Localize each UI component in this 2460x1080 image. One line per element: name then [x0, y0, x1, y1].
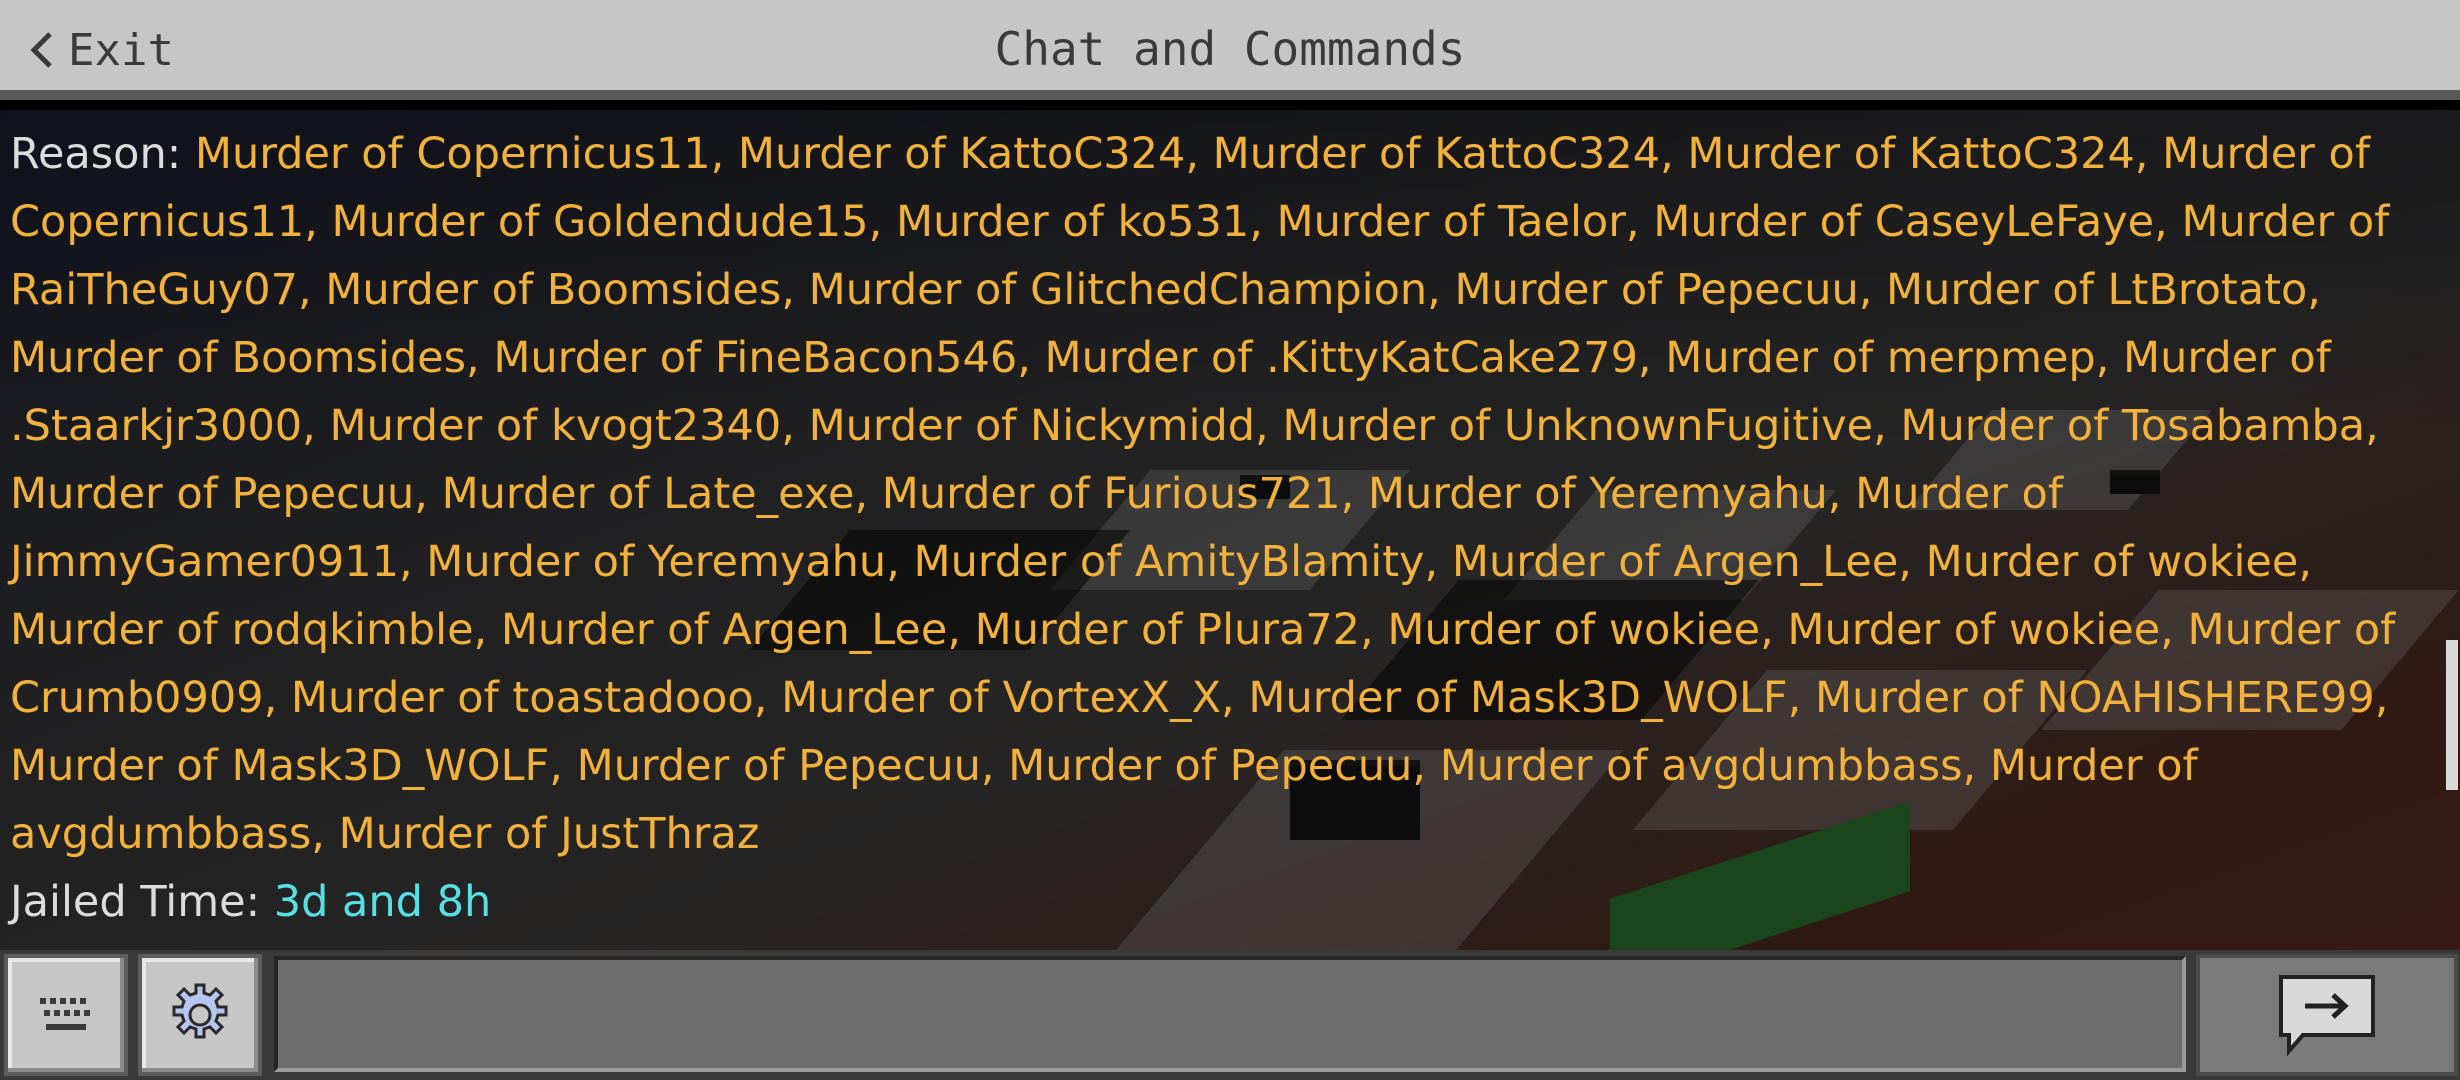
jailed-time-label: Jailed Time:	[10, 877, 274, 927]
bottom-bar	[0, 950, 2460, 1080]
page-title: Chat and Commands	[994, 22, 1466, 76]
top-bar: Exit Chat and Commands	[0, 0, 2460, 100]
chat-message-reason: Reason: Murder of Copernicus11, Murder o…	[10, 120, 2440, 868]
chat-log: Reason: Murder of Copernicus11, Murder o…	[10, 120, 2440, 936]
keyboard-icon	[40, 998, 90, 1030]
settings-button[interactable]	[138, 954, 262, 1076]
reason-label: Reason:	[10, 129, 195, 179]
chat-panel: Reason: Murder of Copernicus11, Murder o…	[0, 110, 2460, 950]
chat-scrollbar[interactable]	[2446, 640, 2458, 790]
chat-input[interactable]	[274, 956, 2186, 1072]
keyboard-button[interactable]	[4, 954, 128, 1076]
reason-value: Murder of Copernicus11, Murder of KattoC…	[10, 129, 2396, 859]
gear-icon	[172, 983, 228, 1039]
send-button[interactable]	[2196, 954, 2458, 1076]
chat-message-jailed-time: Jailed Time: 3d and 8h	[10, 868, 2440, 936]
send-arrow-icon	[2279, 975, 2375, 1057]
jailed-time-value: 3d and 8h	[273, 877, 492, 927]
